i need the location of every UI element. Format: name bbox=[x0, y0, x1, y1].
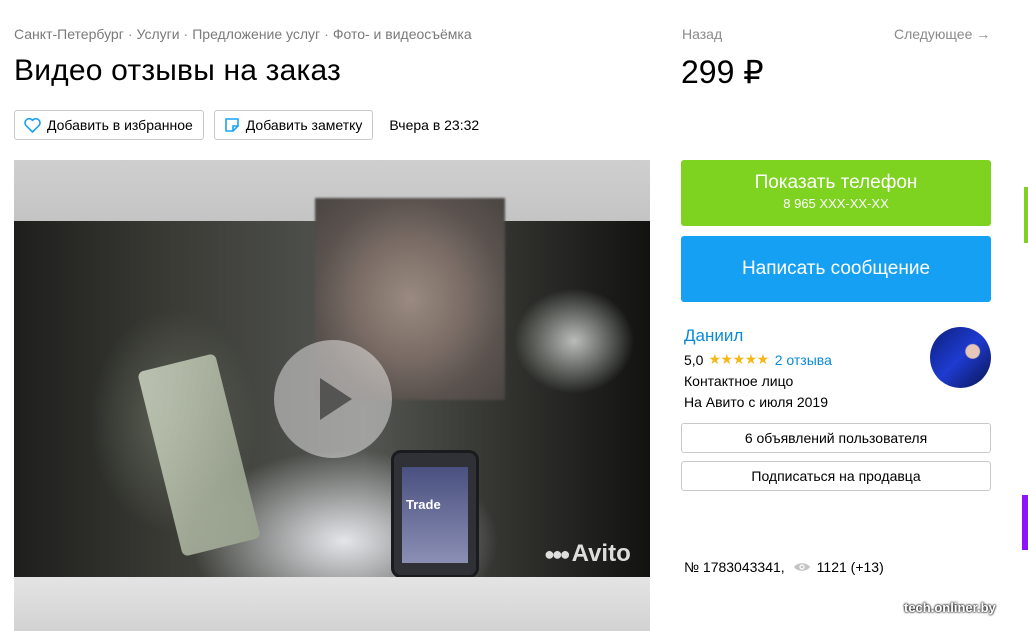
breadcrumb-separator: · bbox=[183, 26, 189, 42]
seller-since: На Авито с июля 2019 bbox=[684, 394, 828, 410]
view-count: 1121 (+13) bbox=[816, 559, 884, 575]
site-watermark: tech.onliner.by bbox=[904, 600, 996, 615]
rating-stars-icon: ★★★★★ bbox=[708, 351, 769, 367]
add-note-button[interactable]: Добавить заметку bbox=[213, 110, 374, 140]
breadcrumb-item-city[interactable]: Санкт-Петербург bbox=[14, 26, 124, 42]
phone-screen-text: Trade bbox=[406, 497, 441, 512]
breadcrumb-separator: · bbox=[127, 26, 133, 42]
send-message-button[interactable]: Написать сообщение bbox=[681, 236, 991, 302]
breadcrumb-item-service-offers[interactable]: Предложение услуг bbox=[192, 26, 320, 42]
side-banner-purple bbox=[1022, 495, 1028, 550]
breadcrumb: Санкт-Петербург · Услуги · Предложение услуг… bbox=[14, 26, 472, 42]
avito-watermark-text: Avito bbox=[571, 540, 631, 567]
note-icon bbox=[224, 118, 239, 132]
listing-actions: Добавить в избранное Добавить заметку Вч… bbox=[14, 110, 479, 140]
subscribe-seller-button[interactable]: Подписаться на продавца bbox=[681, 461, 991, 491]
masked-phone-number: 8 965 XXX-XX-XX bbox=[783, 196, 889, 211]
rating-value: 5,0 bbox=[684, 351, 704, 368]
price: 299 ₽ bbox=[681, 54, 764, 90]
eye-icon bbox=[793, 563, 810, 571]
breadcrumb-item-services[interactable]: Услуги bbox=[136, 26, 179, 42]
breadcrumb-separator: · bbox=[324, 26, 329, 42]
page-title: Видео отзывы на заказ bbox=[14, 54, 342, 87]
smartphone-image: Trade bbox=[391, 450, 479, 578]
show-phone-button[interactable]: Показать телефон 8 965 XXX-XX-XX bbox=[681, 160, 991, 226]
side-banner-green bbox=[1024, 187, 1028, 243]
listing-gallery[interactable]: Trade ●●● Avito bbox=[14, 160, 650, 631]
add-to-favorites-label: Добавить в избранное bbox=[47, 117, 193, 133]
breadcrumb-item-photo-video[interactable]: Фото- и видеосъёмка bbox=[333, 26, 472, 42]
seller-listings-button[interactable]: 6 объявлений пользователя bbox=[681, 423, 991, 453]
avito-watermark: ●●● Avito bbox=[544, 540, 631, 568]
listing-meta: № 1783043341, 1121 (+13) bbox=[684, 559, 884, 575]
add-to-favorites-button[interactable]: Добавить в избранное bbox=[14, 110, 204, 140]
next-listing-link[interactable]: Следующее → bbox=[894, 26, 990, 42]
add-note-label: Добавить заметку bbox=[245, 117, 363, 133]
seller-avatar[interactable] bbox=[930, 327, 991, 388]
ad-number: № 1783043341, bbox=[684, 559, 785, 575]
avito-logo-icon: ●●● bbox=[544, 543, 571, 564]
phone-screen bbox=[402, 467, 468, 563]
reviews-link[interactable]: 2 отзыва bbox=[775, 352, 832, 368]
publish-date: Вчера в 23:32 bbox=[389, 117, 480, 133]
play-icon bbox=[320, 378, 352, 420]
back-link[interactable]: Назад bbox=[682, 26, 722, 42]
heart-icon bbox=[24, 117, 41, 133]
show-phone-label: Показать телефон bbox=[754, 172, 918, 193]
video-letterbox-bottom bbox=[14, 577, 650, 631]
play-button[interactable] bbox=[274, 340, 392, 458]
